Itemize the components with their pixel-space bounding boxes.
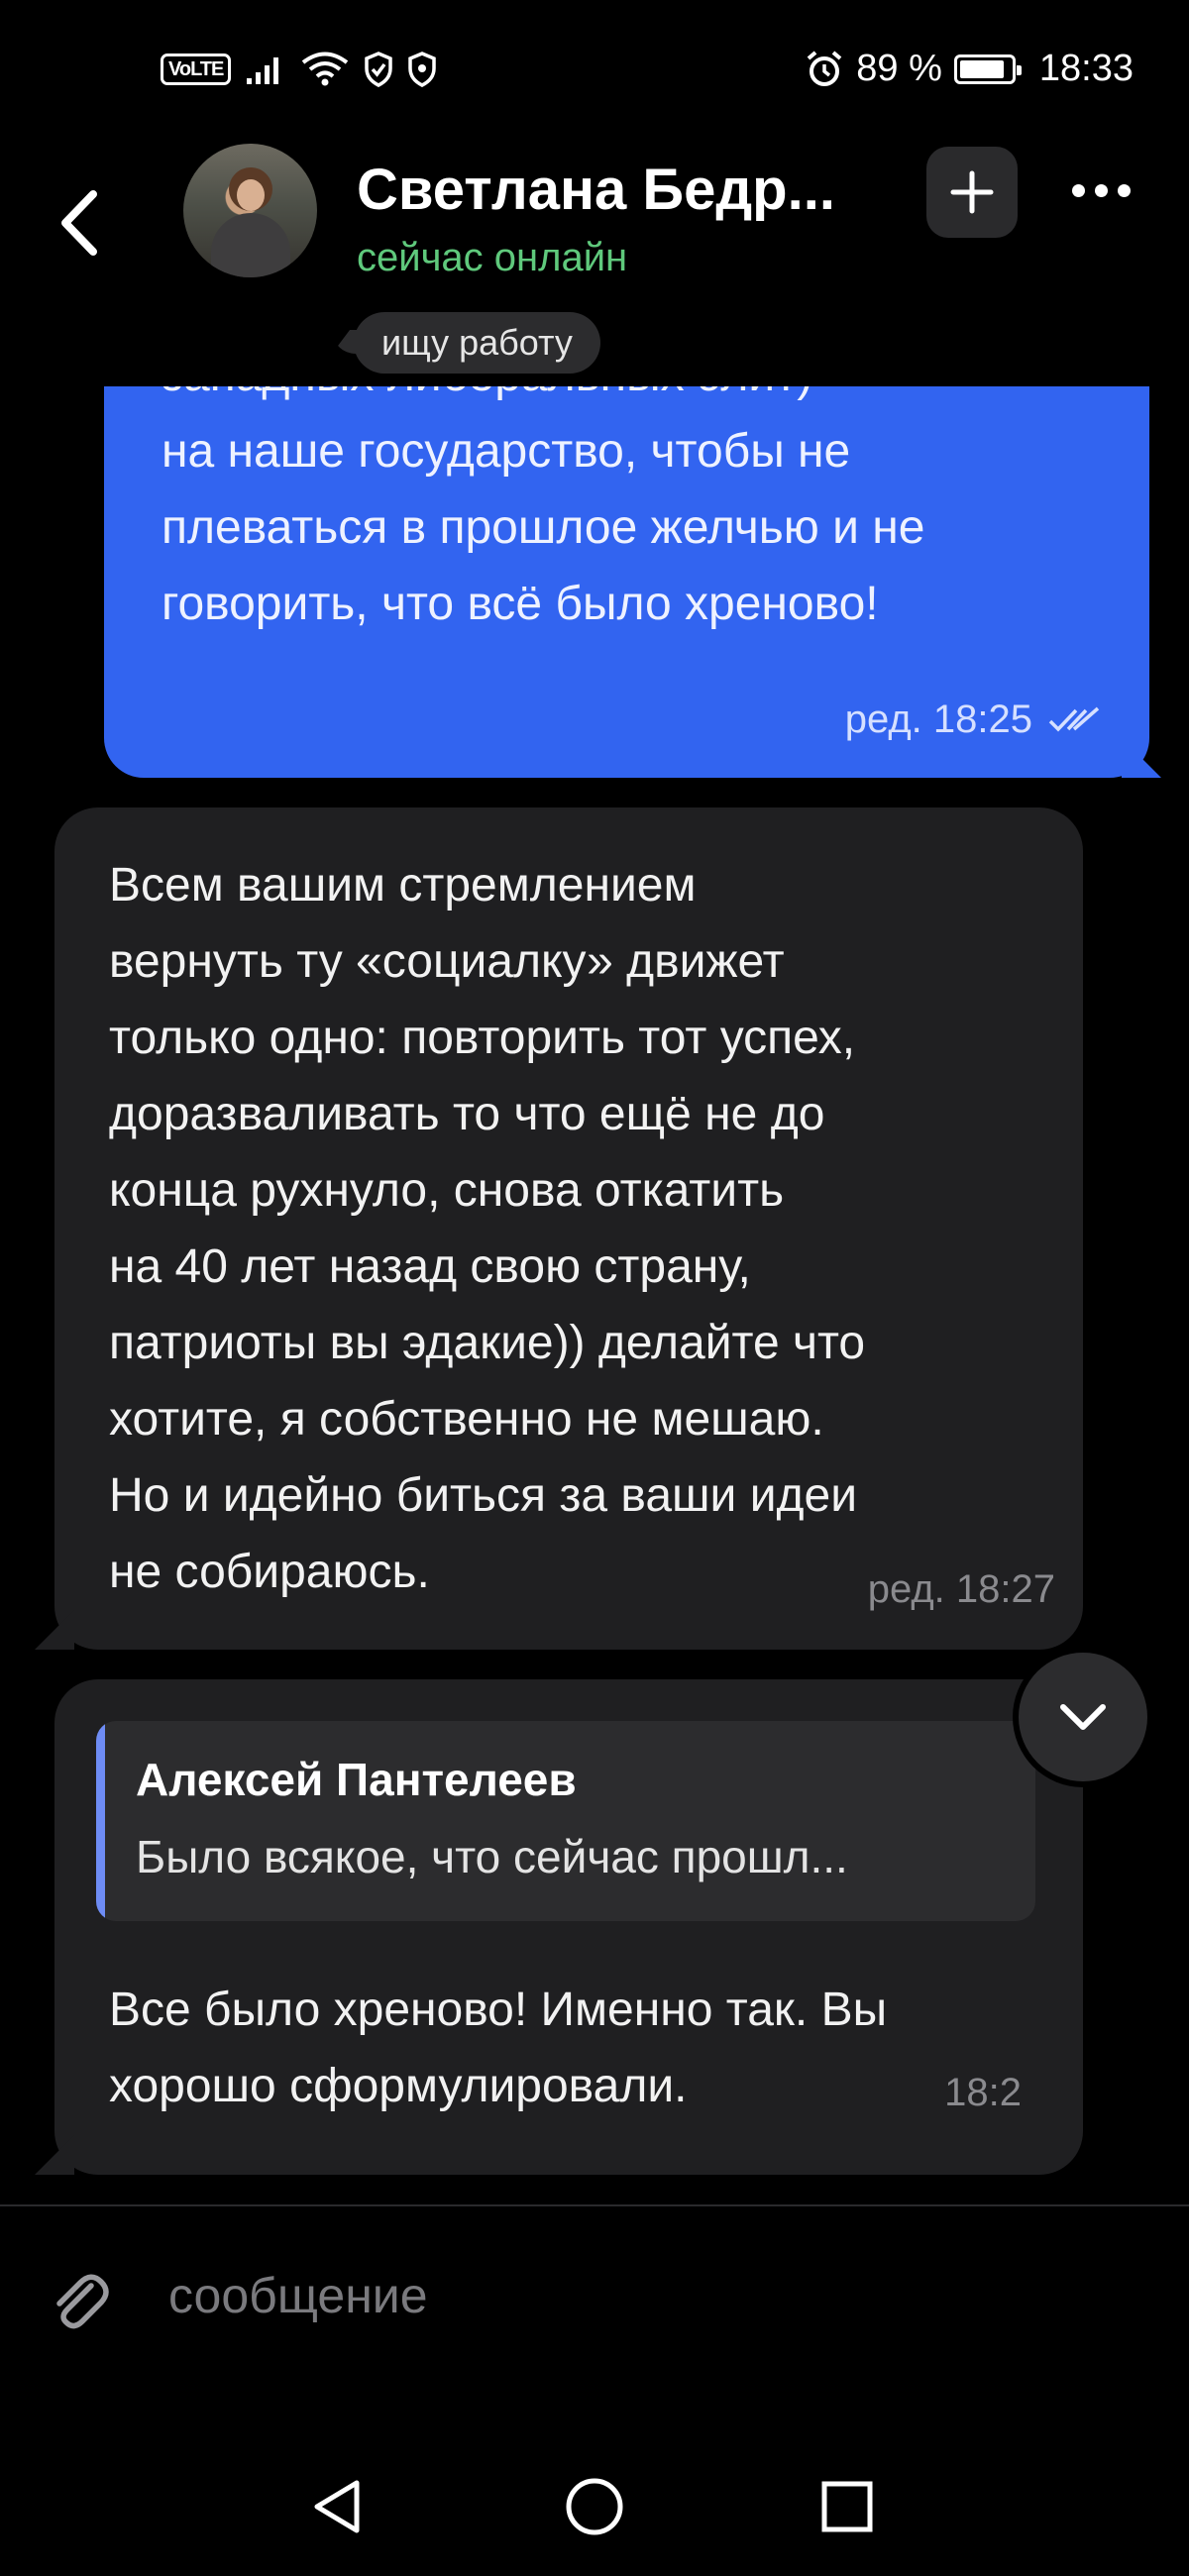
battery-icon — [953, 54, 1022, 84]
message-line: плеваться в прошлое желчью и не — [162, 501, 925, 554]
more-dot — [1095, 183, 1108, 197]
clock: 18:33 — [1038, 48, 1134, 89]
nav-home-button[interactable] — [560, 2472, 629, 2541]
circle-home-icon — [566, 2478, 623, 2535]
more-horizontal-icon — [1072, 183, 1085, 197]
incoming-message-reply[interactable]: Алексей Пантелеев Было всякое, что сейча… — [54, 1679, 1083, 2175]
message-line: на 40 лет назад свою страну, — [109, 1240, 751, 1293]
contact-name[interactable]: Светлана Бедр... — [357, 157, 835, 223]
status-bar-right: 89 % 18:33 — [805, 48, 1134, 90]
reply-text: Было всякое, что сейчас прошл... — [136, 1831, 848, 1882]
battery-percent: 89 % — [856, 48, 942, 89]
scroll-down-button[interactable] — [1019, 1653, 1147, 1781]
message-line: на наше государство, чтобы не — [162, 425, 851, 478]
back-button[interactable] — [52, 178, 111, 268]
message-line: хорошо сформулировали. — [109, 2060, 688, 2112]
reply-author: Алексей Пантелеев — [136, 1754, 577, 1805]
battery-level — [959, 59, 1005, 78]
reply-quote[interactable]: Алексей Пантелеев Было всякое, что сейча… — [96, 1721, 1035, 1921]
system-navigation-bar — [0, 2417, 1189, 2576]
triangle-back-icon — [314, 2480, 360, 2533]
chevron-down-icon — [1060, 1704, 1106, 1730]
message-composer — [0, 2206, 1189, 2375]
incoming-message[interactable]: Всем вашим стремлением вернуть ту «социа… — [54, 807, 1083, 1650]
message-line: вернуть ту «социалку» движет — [109, 935, 785, 988]
status-bar: VoLTE 89 % 18:33 — [0, 0, 1189, 149]
double-check-icon — [1048, 706, 1100, 732]
message-input[interactable] — [168, 2246, 1139, 2345]
wifi-icon — [302, 52, 349, 86]
shield-icon — [408, 52, 437, 87]
message-text: западных либеральных элит) на наше госуд… — [162, 376, 1113, 642]
message-text: Всем вашим стремлением вернуть ту «социа… — [109, 847, 1060, 1610]
attach-button[interactable] — [48, 2266, 109, 2335]
plus-icon — [950, 170, 994, 214]
avatar-figure — [211, 213, 290, 277]
message-line: доразваливать то что ещё не до — [109, 1088, 825, 1140]
message-time: 18:2 — [944, 2071, 1022, 2114]
avatar[interactable] — [183, 144, 317, 277]
chat-messages[interactable]: западных либеральных элит) на наше госуд… — [0, 376, 1189, 2204]
more-options-button[interactable] — [1072, 170, 1151, 210]
volte-icon: VoLTE — [161, 54, 232, 85]
nav-back-button[interactable] — [302, 2472, 372, 2541]
message-line: патриоты вы эдакие)) делайте что — [109, 1317, 866, 1369]
message-line: хотите, я собственно не мешаю. — [109, 1393, 824, 1446]
chat-header: Светлана Бедр... сейчас онлайн ищу работ… — [0, 139, 1189, 386]
nav-recents-button[interactable] — [812, 2472, 882, 2541]
message-text: Все было хреново! Именно так. Вы хорошо … — [109, 1972, 1060, 2124]
message-line: конца рухнуло, снова откатить — [109, 1164, 785, 1217]
status-badge: ищу работу — [354, 312, 600, 374]
online-status: сейчас онлайн — [357, 236, 628, 279]
paperclip-icon — [56, 2274, 109, 2329]
message-line: только одно: повторить тот успех, — [109, 1012, 856, 1064]
message-line: говорить, что всё было хреново! — [162, 578, 879, 630]
message-meta: ред. 18:25 — [845, 698, 1102, 742]
message-line: Все было хреново! Именно так. Вы — [109, 1984, 888, 2036]
add-button[interactable] — [926, 147, 1018, 238]
message-time: ред. 18:25 — [844, 698, 1032, 741]
status-bar-left: VoLTE — [161, 52, 437, 87]
square-recents-icon — [821, 2481, 873, 2532]
alarm-icon — [807, 50, 842, 86]
message-time: ред. 18:27 — [867, 1567, 1055, 1611]
message-line: Всем вашим стремлением — [109, 859, 697, 912]
more-dot — [1118, 183, 1131, 197]
avatar-face — [237, 179, 265, 211]
message-line: Но и идейно биться за ваши идеи — [109, 1469, 858, 1522]
chevron-left-icon — [61, 190, 97, 256]
signal-icon — [247, 57, 279, 84]
shield-check-icon — [365, 52, 393, 87]
outgoing-message[interactable]: западных либеральных элит) на наше госуд… — [104, 376, 1149, 778]
